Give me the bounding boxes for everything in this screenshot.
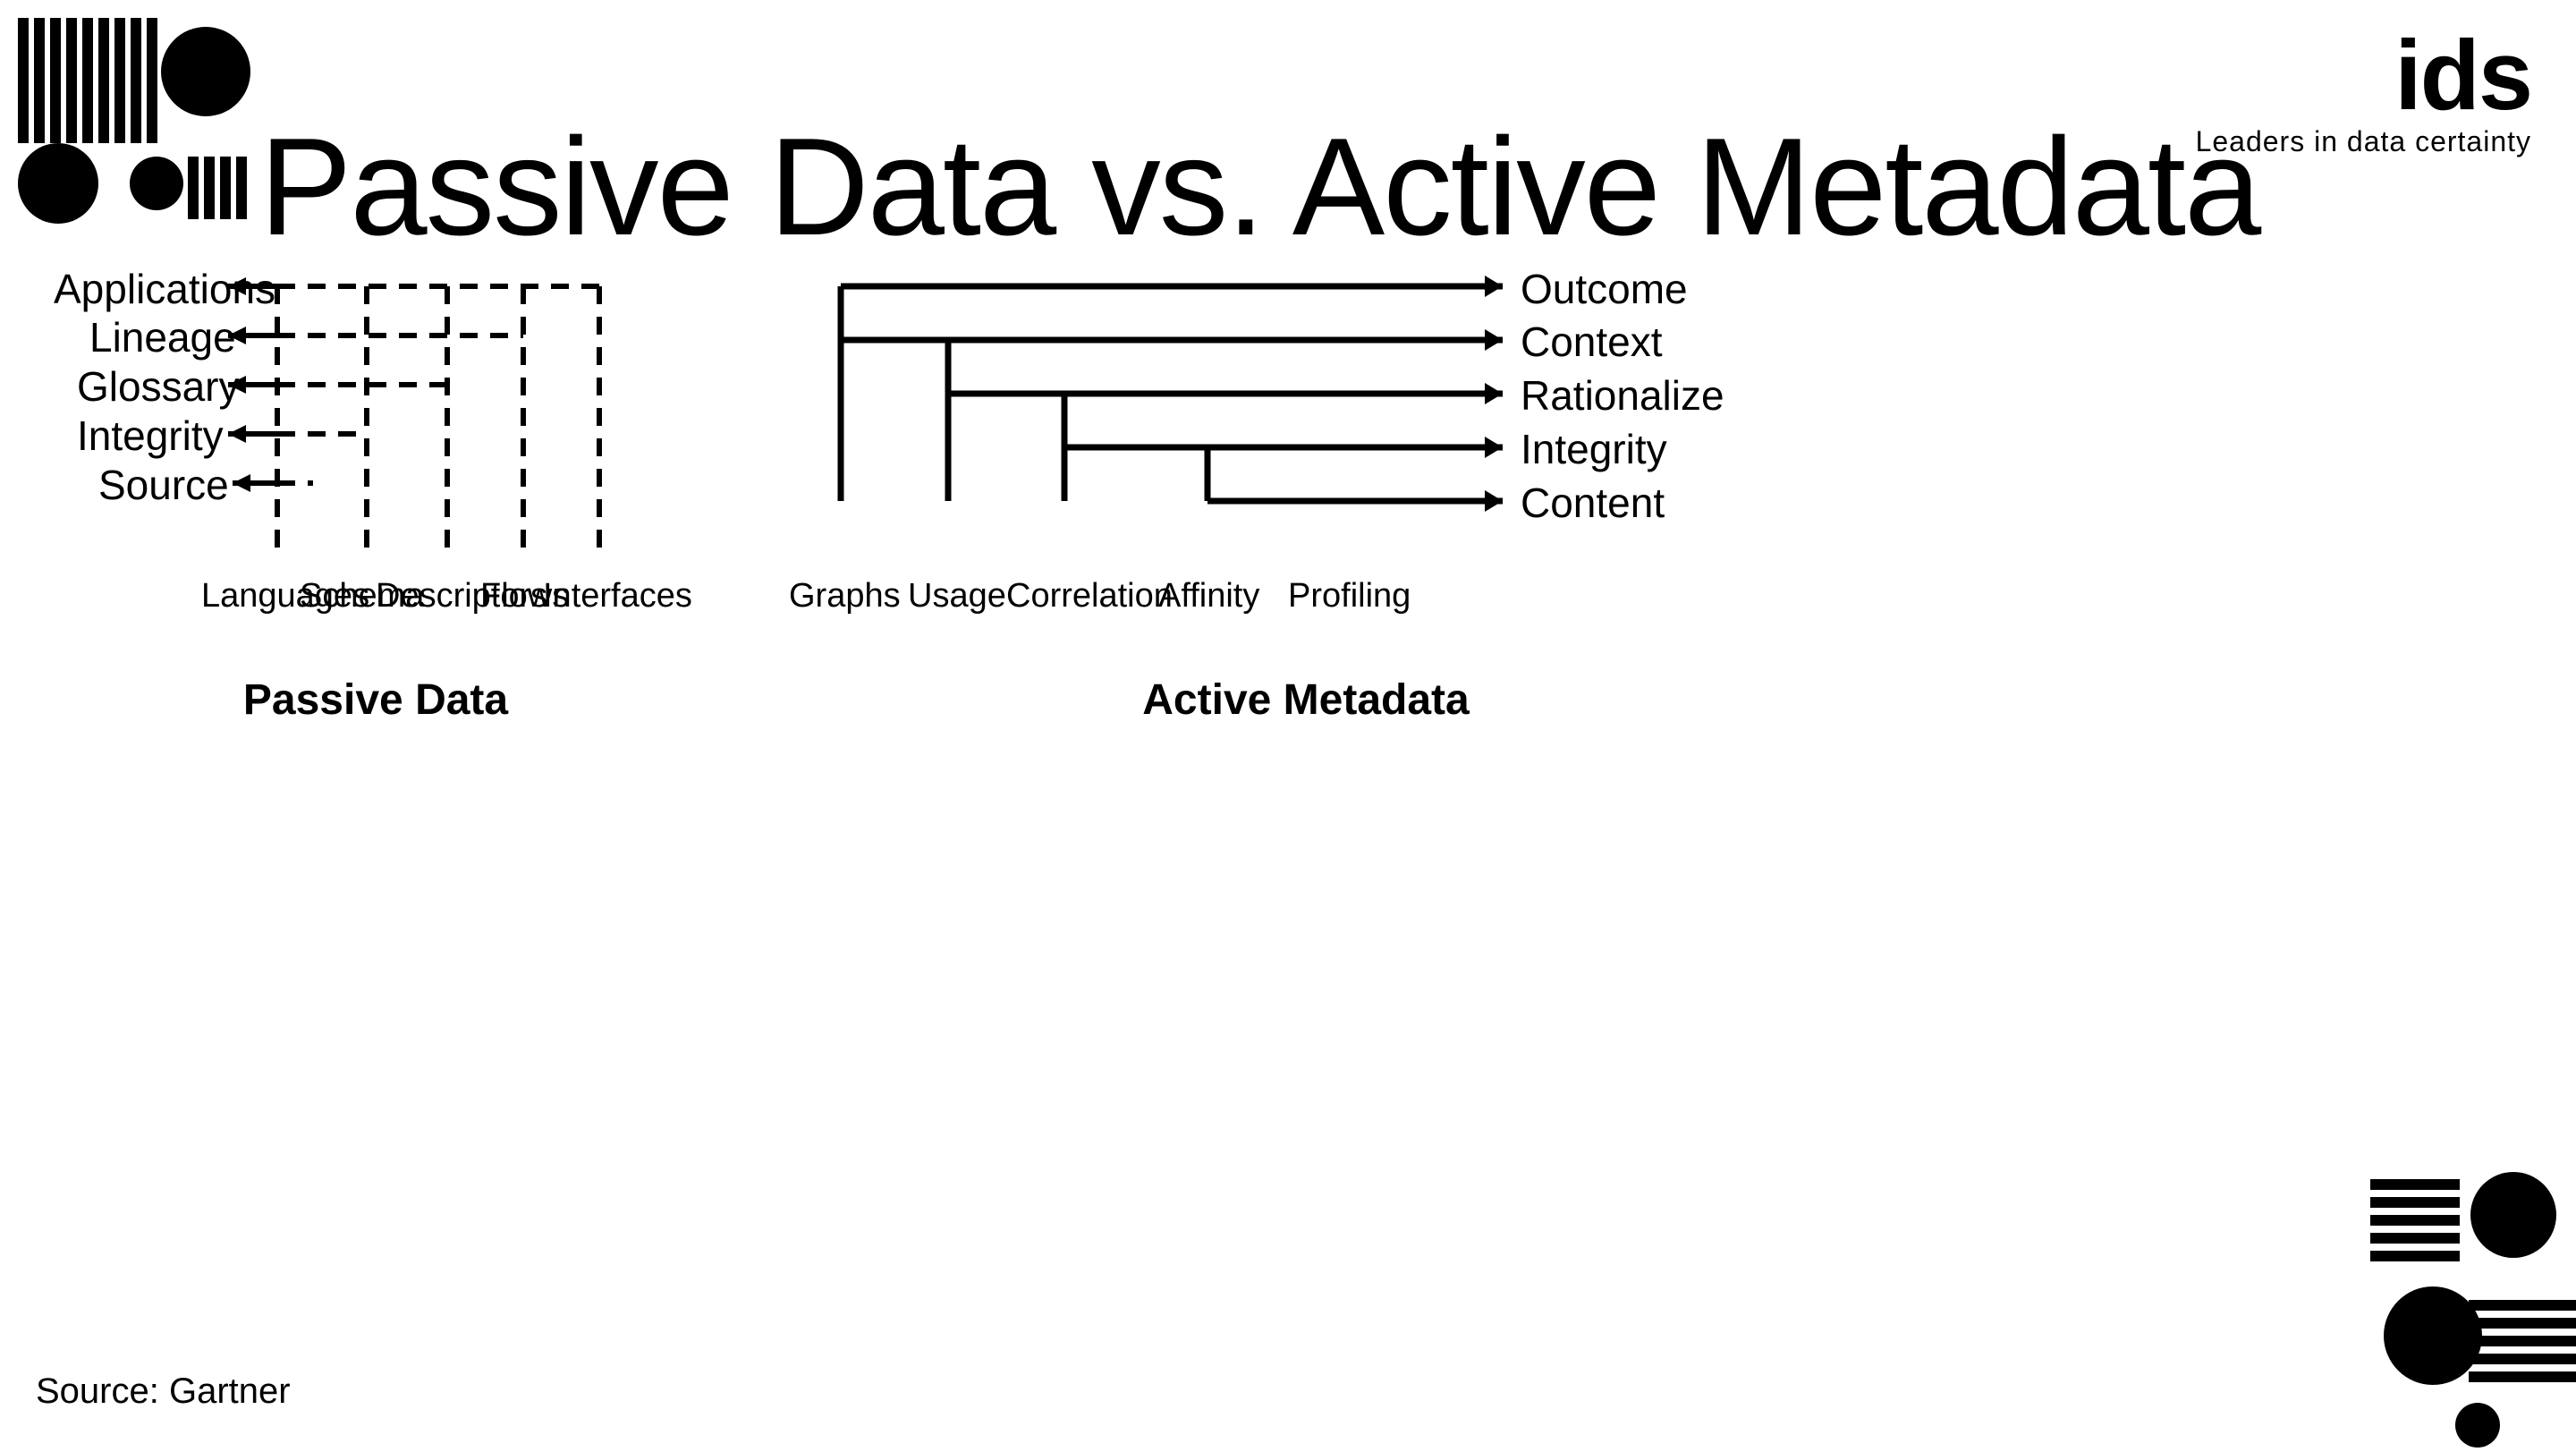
active-diagram: Outcome Context Rationalize Integrity Co… <box>769 259 1843 725</box>
passive-row-integrity: Integrity <box>77 412 224 460</box>
active-row-context: Context <box>1521 318 1663 366</box>
active-col-usage: Usage <box>908 577 1006 616</box>
active-title: Active Metadata <box>1142 675 1469 725</box>
active-row-integrity: Integrity <box>1521 425 1667 473</box>
passive-row-source: Source <box>98 461 229 509</box>
source-footer: Source: Gartner <box>36 1371 291 1412</box>
active-row-outcome: Outcome <box>1521 265 1688 313</box>
page-title: Passive Data vs. Active Metadata <box>259 107 2259 267</box>
passive-row-lineage: Lineage <box>89 313 236 361</box>
active-col-profiling: Profiling <box>1288 577 1411 616</box>
active-col-graphs: Graphs <box>789 577 901 616</box>
passive-row-glossary: Glossary <box>77 362 239 411</box>
logo-topleft <box>18 18 250 215</box>
active-row-content: Content <box>1521 479 1665 527</box>
passive-col-interfaces: Interfaces <box>543 577 692 616</box>
passive-row-applications: Applications <box>54 265 275 313</box>
active-row-rationalize: Rationalize <box>1521 371 1724 420</box>
active-col-affinity: Affinity <box>1158 577 1259 616</box>
logo-bottomright <box>2370 1170 2576 1448</box>
active-col-correlation: Correlation <box>1006 577 1173 616</box>
passive-title: Passive Data <box>243 675 508 725</box>
passive-diagram: Applications Lineage Glossary Integrity … <box>36 259 716 725</box>
